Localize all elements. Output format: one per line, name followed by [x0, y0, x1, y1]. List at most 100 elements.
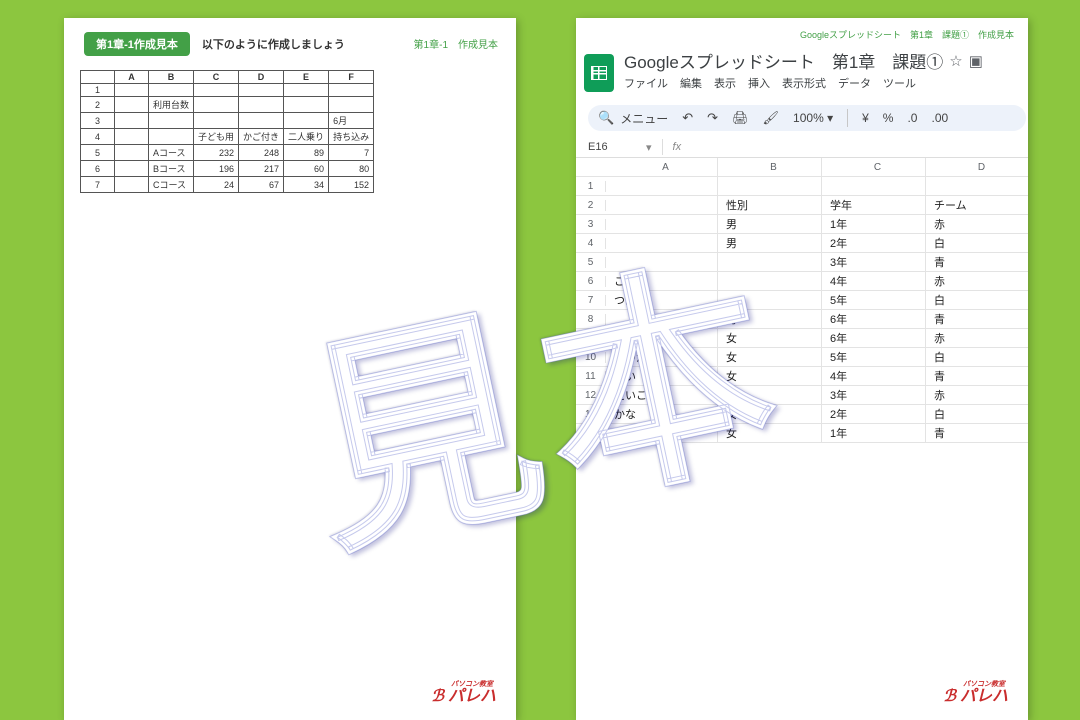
name-box[interactable]: E16 — [588, 141, 636, 153]
grid-cell[interactable]: こう — [606, 272, 718, 290]
row-header[interactable]: 9 — [576, 333, 606, 344]
col-header[interactable]: B — [718, 158, 822, 176]
currency-button[interactable]: ¥ — [862, 111, 869, 125]
grid-cell[interactable]: 6年 — [822, 310, 926, 328]
grid-cell[interactable]: 3年 — [822, 253, 926, 271]
grid-cell[interactable]: 青 — [926, 310, 1028, 328]
grid-cell[interactable]: まゆか — [606, 348, 718, 366]
grid-cell[interactable]: なつき — [606, 424, 718, 442]
grid-cell[interactable]: 男 — [718, 215, 822, 233]
grid-cell[interactable]: 白 — [926, 291, 1028, 309]
grid-cell[interactable]: 青 — [926, 367, 1028, 385]
grid-cell[interactable]: 4年 — [822, 367, 926, 385]
increase-decimal-button[interactable]: .00 — [931, 111, 948, 125]
decrease-decimal-button[interactable]: .0 — [907, 111, 917, 125]
menu-item[interactable]: データ — [838, 75, 871, 91]
grid-cell[interactable]: 1年 — [822, 215, 926, 233]
grid-cell[interactable]: チーム — [926, 196, 1028, 214]
grid-cell[interactable]: 女 — [718, 329, 822, 347]
grid-cell[interactable] — [606, 234, 718, 252]
chevron-down-icon[interactable]: ▾ — [646, 141, 652, 154]
grid-cell[interactable]: 3年 — [822, 386, 926, 404]
grid-cell[interactable]: あい — [606, 367, 718, 385]
move-icon[interactable]: ▣ — [969, 52, 983, 70]
grid-cell[interactable]: 女 — [718, 348, 822, 366]
redo-icon[interactable]: ↷ — [707, 110, 718, 126]
row-header[interactable]: 14 — [576, 428, 606, 439]
grid-cell[interactable]: 白 — [926, 234, 1028, 252]
grid-cell[interactable]: 赤 — [926, 272, 1028, 290]
row-header[interactable]: 8 — [576, 314, 606, 325]
row-header[interactable]: 5 — [576, 257, 606, 268]
row-header[interactable]: 3 — [576, 219, 606, 230]
grid-cell[interactable]: 女 — [718, 424, 822, 442]
grid-cell[interactable]: 白 — [926, 405, 1028, 423]
row-header[interactable]: 6 — [576, 276, 606, 287]
grid-cell[interactable]: 5年 — [822, 348, 926, 366]
row-header[interactable]: 7 — [576, 295, 606, 306]
row-header[interactable]: 2 — [576, 200, 606, 211]
row-header[interactable]: 11 — [576, 371, 606, 382]
grid-cell[interactable]: 6年 — [822, 329, 926, 347]
grid-cell[interactable]: 赤 — [926, 386, 1028, 404]
grid-cell[interactable]: 5年 — [822, 291, 926, 309]
grid-cell[interactable]: 2年 — [822, 234, 926, 252]
grid-cell[interactable]: 4年 — [822, 272, 926, 290]
grid-cell[interactable] — [718, 272, 822, 290]
grid-cell[interactable]: 青 — [926, 253, 1028, 271]
grid-cell[interactable]: 女 — [718, 405, 822, 423]
grid-cell[interactable]: つば — [606, 291, 718, 309]
row-header: 3 — [81, 113, 115, 129]
grid-cell[interactable]: 2年 — [822, 405, 926, 423]
percent-button[interactable]: % — [883, 111, 894, 125]
grid-cell[interactable]: えいこ — [606, 386, 718, 404]
grid-cell[interactable] — [718, 253, 822, 271]
row-header[interactable]: 12 — [576, 390, 606, 401]
grid-cell[interactable]: 赤 — [926, 215, 1028, 233]
document-title[interactable]: Googleスプレッドシート 第1章 課題① — [624, 48, 943, 73]
grid-cell[interactable]: 学年 — [822, 196, 926, 214]
menu-item[interactable]: 編集 — [680, 75, 702, 91]
menu-item[interactable]: ファイル — [624, 75, 668, 91]
grid-cell[interactable] — [606, 196, 718, 214]
grid-cell[interactable]: 性別 — [718, 196, 822, 214]
grid-cell[interactable]: かな — [606, 405, 718, 423]
menu-item[interactable]: ツール — [883, 75, 916, 91]
grid-cell[interactable]: 男 — [718, 310, 822, 328]
grid-cell[interactable] — [926, 177, 1028, 195]
grid-row: 12えいこ女3年赤 — [576, 386, 1028, 405]
row-header[interactable]: 1 — [576, 181, 606, 192]
row-header[interactable]: 10 — [576, 352, 606, 363]
zoom-select[interactable]: 100% ▾ — [793, 111, 833, 125]
menu-item[interactable]: 表示 — [714, 75, 736, 91]
col-header[interactable]: A — [606, 158, 718, 176]
grid-cell[interactable] — [822, 177, 926, 195]
col-header[interactable]: C — [822, 158, 926, 176]
undo-icon[interactable]: ↶ — [682, 110, 693, 126]
print-icon[interactable]: 🖨 — [732, 110, 749, 126]
menu-item[interactable]: 表示形式 — [782, 75, 826, 91]
grid-cell[interactable] — [606, 215, 718, 233]
grid-cell[interactable]: 白 — [926, 348, 1028, 366]
spreadsheet-grid[interactable]: ABCD 12性別学年チーム3男1年赤4男2年白53年青6こう4年赤7つば5年白… — [576, 157, 1028, 443]
menu-item[interactable]: 挿入 — [748, 75, 770, 91]
grid-cell[interactable] — [718, 177, 822, 195]
star-icon[interactable]: ☆ — [949, 52, 962, 70]
row-header[interactable]: 13 — [576, 409, 606, 420]
grid-cell[interactable]: 女 — [718, 367, 822, 385]
grid-cell[interactable] — [606, 310, 718, 328]
menu-search[interactable]: 🔍 メニュー — [598, 110, 668, 127]
grid-cell[interactable]: 赤 — [926, 329, 1028, 347]
grid-cell[interactable] — [606, 329, 718, 347]
grid-cell[interactable]: 1年 — [822, 424, 926, 442]
paint-format-icon[interactable]: 🖌 — [763, 110, 780, 126]
grid-cell[interactable] — [718, 291, 822, 309]
grid-cell[interactable]: 女 — [718, 386, 822, 404]
row-header[interactable]: 4 — [576, 238, 606, 249]
grid-cell[interactable]: 青 — [926, 424, 1028, 442]
grid-cell[interactable] — [606, 253, 718, 271]
col-header[interactable]: D — [926, 158, 1028, 176]
grid-cell[interactable]: 男 — [718, 234, 822, 252]
table-cell: 196 — [194, 161, 239, 177]
grid-cell[interactable] — [606, 177, 718, 195]
